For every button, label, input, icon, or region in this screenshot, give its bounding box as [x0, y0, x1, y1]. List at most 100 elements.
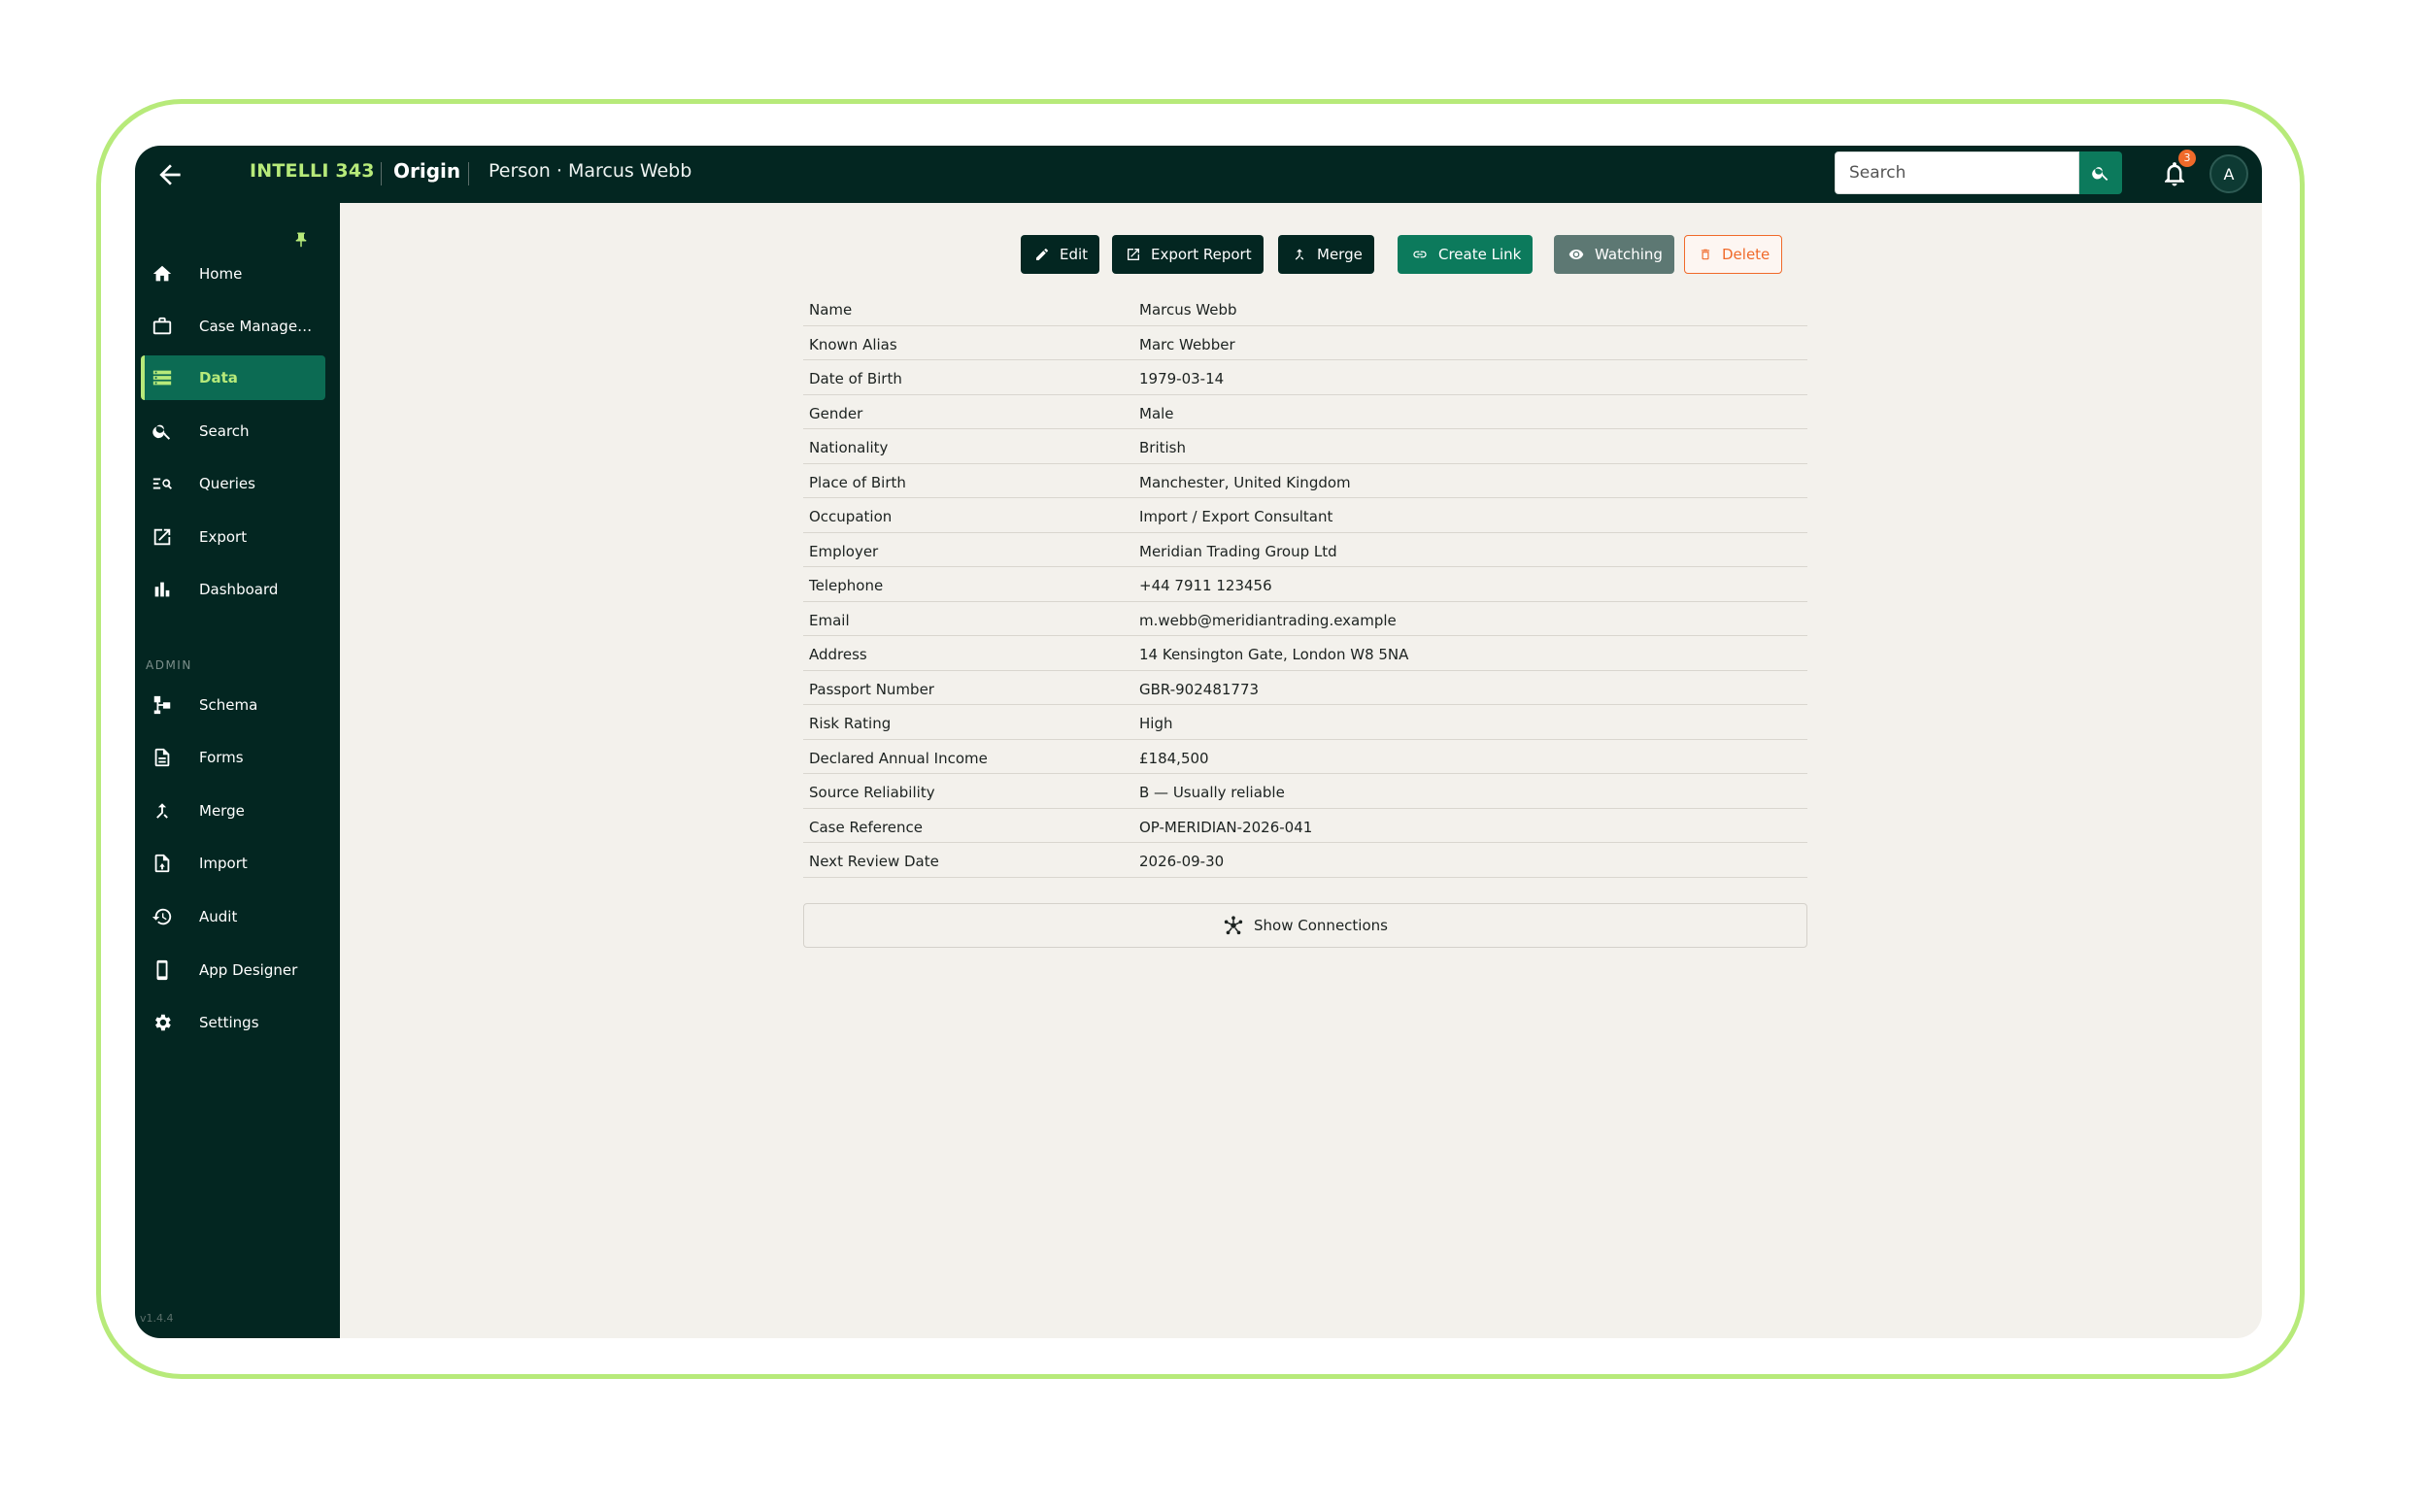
sidebar-item-app-designer[interactable]: App Designer: [141, 948, 325, 992]
table-row: Passport Number GBR-902481773: [803, 671, 1807, 705]
field-value: GBR-902481773: [1139, 680, 1260, 698]
edit-button[interactable]: Edit: [1021, 235, 1100, 274]
delete-button[interactable]: Delete: [1684, 235, 1783, 274]
table-row: Address 14 Kensington Gate, London W8 5NA: [803, 636, 1807, 671]
sidebar-item-data[interactable]: Data: [141, 355, 325, 400]
schema-icon: [153, 695, 171, 715]
sidebar-item-home[interactable]: Home: [141, 252, 325, 296]
page-title: Person · Marcus Webb: [489, 160, 692, 182]
field-value: High: [1139, 715, 1173, 732]
back-button[interactable]: [154, 159, 185, 190]
sidebar-item-import[interactable]: Import: [141, 841, 325, 886]
field-value: OP-MERIDIAN-2026-041: [1139, 818, 1313, 836]
bar-chart-icon: [154, 582, 170, 597]
pin-icon: [295, 232, 307, 248]
history-icon: [152, 908, 172, 925]
sidebar-item-label: Case Management: [199, 318, 325, 335]
field-value: Manchester, United Kingdom: [1139, 473, 1351, 491]
field-value: 14 Kensington Gate, London W8 5NA: [1139, 646, 1409, 663]
table-row: Declared Annual Income £184,500: [803, 740, 1807, 774]
sidebar-item-label: Export: [199, 528, 248, 546]
merge-label: Merge: [1317, 246, 1363, 263]
home-icon: [152, 265, 172, 282]
field-key: Name: [809, 301, 853, 319]
query-icon: [152, 478, 172, 489]
sidebar-item-label: Data: [199, 369, 238, 386]
merge-button[interactable]: Merge: [1278, 235, 1374, 274]
app-name: Origin: [393, 159, 461, 183]
merge-icon: [156, 803, 168, 819]
field-value: 1979-03-14: [1139, 370, 1225, 387]
record-details-table: Name Marcus Webb Known Alias Marc Webber D…: [803, 291, 1807, 878]
table-row: Source Reliability B — Usually reliable: [803, 774, 1807, 809]
sidebar-item-search[interactable]: Search: [141, 409, 325, 454]
field-value: Male: [1139, 404, 1174, 422]
briefcase-icon: [152, 317, 172, 335]
field-value: Import / Export Consultant: [1139, 508, 1333, 525]
sidebar-item-label: Search: [199, 422, 250, 440]
field-key: Case Reference: [809, 818, 924, 836]
sidebar-item-schema[interactable]: Schema: [141, 683, 325, 727]
pencil-icon: [1036, 249, 1048, 260]
field-key: Date of Birth: [809, 370, 902, 387]
export-icon: [153, 528, 171, 546]
field-key: Gender: [809, 404, 863, 422]
sidebar-item-forms[interactable]: Forms: [141, 735, 325, 780]
search-input[interactable]: [1835, 151, 2079, 194]
sidebar-item-dashboard[interactable]: Dashboard: [141, 567, 325, 612]
brand-logo: INTELLI 343: [250, 160, 375, 182]
divider: [381, 162, 382, 185]
watching-button[interactable]: Watching: [1554, 235, 1674, 274]
admin-section-label: ADMIN: [146, 658, 192, 672]
show-connections-label: Show Connections: [1254, 917, 1388, 934]
field-key: Nationality: [809, 439, 889, 456]
notification-badge: 3: [2178, 150, 2196, 167]
watching-label: Watching: [1595, 246, 1663, 263]
sidebar-item-settings[interactable]: Settings: [141, 1000, 325, 1045]
field-value: Meridian Trading Group Ltd: [1139, 542, 1337, 560]
user-avatar[interactable]: A: [2209, 154, 2248, 193]
arrow-left-icon: [159, 164, 181, 185]
sidebar-item-label: Home: [199, 265, 243, 283]
data-list-icon: [152, 370, 172, 386]
export-report-button[interactable]: Export Report: [1112, 235, 1264, 274]
sidebar-item-label: Merge: [199, 802, 245, 820]
top-bar: INTELLI 343 Origin Person · Marcus Webb …: [135, 146, 2262, 203]
sidebar-item-merge[interactable]: Merge: [141, 789, 325, 833]
table-row: Place of Birth Manchester, United Kingdom: [803, 464, 1807, 498]
pin-sidebar-button[interactable]: [292, 229, 310, 251]
table-row: Nationality British: [803, 429, 1807, 464]
divider: [468, 162, 469, 185]
export-report-label: Export Report: [1151, 246, 1252, 263]
sidebar-item-label: Settings: [199, 1014, 259, 1031]
sidebar-item-label: Schema: [199, 696, 258, 714]
field-key: Declared Annual Income: [809, 749, 988, 767]
phone-icon: [156, 959, 168, 981]
sidebar-item-label: App Designer: [199, 961, 298, 979]
sidebar: Home Case Management Data Search Queries…: [135, 203, 340, 1338]
show-connections-button[interactable]: Show Connections: [803, 903, 1807, 948]
field-key: Risk Rating: [809, 715, 892, 732]
sidebar-item-case-management[interactable]: Case Management: [141, 304, 325, 349]
table-row: Email m.webb@meridiantrading.example: [803, 602, 1807, 636]
table-row: Employer Meridian Trading Group Ltd: [803, 533, 1807, 567]
search-button[interactable]: [2079, 151, 2122, 194]
search-icon: [152, 424, 171, 440]
edit-label: Edit: [1060, 246, 1089, 263]
field-value: £184,500: [1139, 749, 1209, 767]
sidebar-item-audit[interactable]: Audit: [141, 894, 325, 939]
sidebar-item-queries[interactable]: Queries: [141, 461, 325, 506]
table-row: Date of Birth 1979-03-14: [803, 360, 1807, 395]
sidebar-item-export[interactable]: Export: [141, 515, 325, 559]
delete-label: Delete: [1722, 246, 1770, 263]
import-icon: [154, 854, 170, 873]
field-value: m.webb@meridiantrading.example: [1139, 611, 1397, 629]
field-key: Passport Number: [809, 680, 934, 698]
field-value: Marcus Webb: [1139, 301, 1237, 319]
sidebar-item-label: Forms: [199, 749, 244, 766]
field-value: +44 7911 123456: [1139, 577, 1272, 594]
create-link-button[interactable]: Create Link: [1398, 235, 1534, 274]
field-key: Address: [809, 646, 867, 663]
sidebar-item-label: Audit: [199, 908, 238, 925]
merge-icon: [1295, 249, 1304, 260]
